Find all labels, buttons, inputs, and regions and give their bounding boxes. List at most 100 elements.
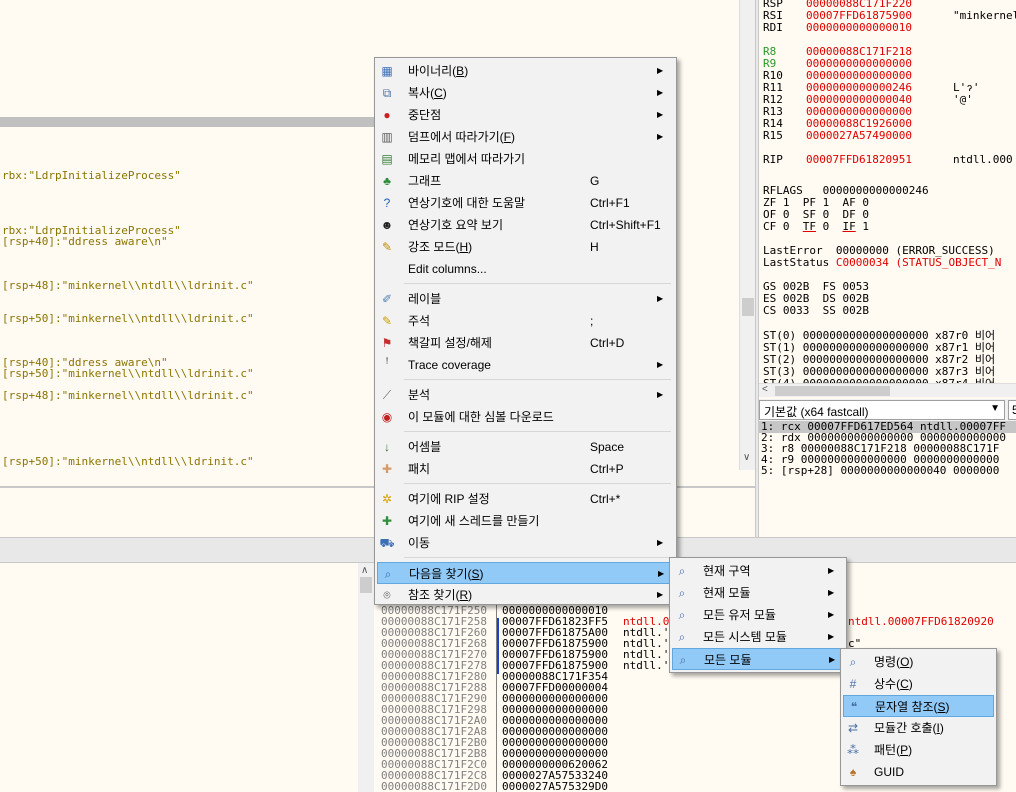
menu-separator — [404, 431, 671, 432]
arguments-pane[interactable]: 1: rcx 00007FFD617ED564 ntdll.00007FF 2: … — [759, 421, 1016, 537]
menu-item-label: 강조 모드(H) — [408, 240, 473, 254]
chevron-right-icon: ▶ — [657, 66, 664, 75]
pattern-icon: ⁂ — [847, 743, 859, 757]
menu-item[interactable]: ⚑ 책갈피 설정/해제 Ctrl+D — [377, 332, 674, 354]
disassembly-comment: [rsp+50]:"minkernel\\ntdll\\ldrinit.c" — [2, 455, 254, 468]
menu-item[interactable]: ▦ 바이너리(B) ▶ — [377, 60, 674, 82]
menu-item[interactable]: ✚ 여기에 새 스레드를 만들기 — [377, 510, 674, 532]
submenu-item[interactable]: ⁂ 패턴(P) — [843, 739, 994, 761]
menu-item-label: 중단점 — [408, 108, 442, 122]
chevron-down-icon[interactable]: ▼ — [990, 403, 1000, 414]
search-icon: ⌕ — [384, 567, 392, 581]
submenu-item[interactable]: ⌕ 모든 유저 모듈 ▶ — [672, 604, 844, 626]
menu-item[interactable]: ⌕ 다음을 찾기(S) ▶ — [377, 562, 674, 584]
menu-item[interactable]: ↓ 어셈블 Space — [377, 436, 674, 458]
menu-item-label: 바이너리(B) — [408, 64, 469, 78]
menu-item[interactable]: ⧉ 복사(C) ▶ — [377, 82, 674, 104]
register-value[interactable]: 00007FFD61820951 — [806, 154, 912, 166]
submenu-item[interactable]: ⇄ 모듈간 호출(I) — [843, 717, 994, 739]
register-comment: '@' — [953, 93, 973, 106]
current-module-icon: ⌕ — [678, 586, 686, 600]
system-modules-icon: ⌕ — [678, 630, 686, 644]
disassembly-comment: [rsp+50]:"minkernel\\ntdll\\ldrinit.c" — [2, 312, 254, 325]
stack-vertical-scrollbar[interactable]: ∧ — [358, 563, 374, 792]
chevron-right-icon: ▶ — [657, 390, 664, 399]
register-value[interactable]: 0000027A57490000 — [806, 130, 912, 142]
menu-item-label: 여기에 RIP 설정 — [408, 492, 490, 506]
segment-register-row: CS 0033 SS 002B — [763, 304, 869, 317]
chevron-right-icon: ▶ — [828, 610, 835, 619]
submenu-item-label: GUID — [874, 765, 904, 779]
menu-item[interactable]: ▤ 메모리 맵에서 따라가기 — [377, 148, 674, 170]
disassembly-comment: rbx:"LdrpInitializeProcess" — [2, 169, 181, 182]
menu-item[interactable]: ? 연상기호에 대한 도움말 Ctrl+F1 — [377, 192, 674, 214]
stack-comment: ntdll.' — [623, 659, 670, 672]
submenu-item-label: 현재 구역 — [703, 564, 751, 578]
submenu-item[interactable]: # 상수(C) — [843, 673, 994, 695]
set-rip-icon: ✲ — [381, 492, 393, 506]
menu-item[interactable]: ♣ 그래프 G — [377, 170, 674, 192]
menu-item[interactable]: ✚ 패치 Ctrl+P — [377, 458, 674, 480]
menu-item-shortcut: Ctrl+* — [590, 492, 621, 506]
registers-horizontal-scrollbar[interactable]: < — [759, 383, 1016, 397]
register-name: RIP — [763, 153, 783, 166]
menu-item[interactable]: ☻ 연상기호 요약 보기 Ctrl+Shift+F1 — [377, 214, 674, 236]
scrollbar-thumb[interactable] — [775, 386, 890, 396]
flags-row[interactable]: CF 0 TF 0 IF 1 — [763, 221, 869, 233]
register-value[interactable]: 0000000000000010 — [806, 22, 912, 34]
register-name: R15 — [763, 129, 783, 142]
menu-item-label: 연상기호 요약 보기 — [408, 218, 503, 232]
dump-pane[interactable] — [0, 563, 362, 792]
argument-count-field[interactable]: 5 — [1008, 400, 1016, 420]
menu-item[interactable]: ⟋ 분석 ▶ — [377, 384, 674, 406]
disassembly-comment: [rsp+48]:"minkernel\\ntdll\\ldrinit.c" — [2, 279, 254, 292]
submenu-item[interactable]: ⌕ 모든 시스템 모듈 ▶ — [672, 626, 844, 648]
goto-icon: ⛟ — [379, 536, 395, 550]
stack-value[interactable]: 0000027A575329D0 — [502, 781, 608, 792]
scrollbar-thumb[interactable] — [742, 298, 754, 316]
help-icon: ? — [383, 196, 391, 210]
submenu-item[interactable]: ♠ GUID — [843, 761, 994, 783]
menu-item[interactable]: ⌾ 참조 찾기(R) ▶ — [377, 584, 674, 606]
chevron-right-icon: ▶ — [828, 588, 835, 597]
submenu-item[interactable]: ❝ 문자열 참조(S) — [843, 695, 994, 717]
call-convention-select[interactable]: 기본값 (x64 fastcall) ▼ — [759, 400, 1005, 420]
menu-item[interactable]: ⛟ 이동 ▶ — [377, 532, 674, 554]
menu-item-label: 주석 — [408, 314, 431, 328]
menu-item-label: Trace coverage — [408, 358, 491, 372]
menu-item-label: 분석 — [408, 388, 431, 402]
registers-pane[interactable]: RSP 00000088C171F220 RSI 00007FFD61875900 "m… — [759, 0, 1016, 396]
comment-icon: ✎ — [381, 314, 393, 328]
scroll-up-icon[interactable]: ∧ — [361, 565, 368, 576]
submenu-item[interactable]: ⌕ 명령(O) — [843, 651, 994, 673]
menu-item[interactable]: ▥ 덤프에서 따라가기(F) ▶ — [377, 126, 674, 148]
menu-item[interactable]: ✐ 레이블 ▶ — [377, 288, 674, 310]
menu-item[interactable]: Edit columns... — [377, 258, 674, 280]
search-submenu: ⌕ 현재 구역 ▶ ⌕ 현재 모듈 ▶ ⌕ 모든 유저 모듈 ▶ ⌕ 모든 시스템 모듈 ▶ ⌕ 모든 모… — [669, 557, 847, 673]
scrollbar-thumb[interactable] — [360, 577, 372, 593]
menu-item-label: 복사(C) — [408, 86, 447, 100]
menu-item[interactable]: ● 중단점 ▶ — [377, 104, 674, 126]
menu-item[interactable]: ✲ 여기에 RIP 설정 Ctrl+* — [377, 488, 674, 510]
disassembly-vertical-scrollbar[interactable]: ∨ — [739, 0, 755, 470]
chevron-right-icon: ▶ — [657, 88, 664, 97]
scroll-left-icon[interactable]: < — [762, 384, 768, 395]
menu-item[interactable]: ꜝ Trace coverage ▶ — [377, 354, 674, 376]
constant-icon: # — [849, 677, 857, 691]
patch-icon: ✚ — [381, 462, 393, 476]
chevron-right-icon: ▶ — [828, 566, 835, 575]
chevron-right-icon: ▶ — [828, 632, 835, 641]
register-name: RDI — [763, 21, 783, 34]
download-symbols-icon: ◉ — [381, 410, 393, 424]
disassembly-comment: [rsp+48]:"minkernel\\ntdll\\ldrinit.c" — [2, 389, 254, 402]
argument-row[interactable]: 5: [rsp+28] 0000000000000040 0000000 — [761, 465, 999, 477]
menu-item[interactable]: ✎ 강조 모드(H) H — [377, 236, 674, 258]
scroll-down-icon[interactable]: ∨ — [743, 452, 750, 464]
menu-item-label: 책갈피 설정/해제 — [408, 336, 492, 350]
menu-item[interactable]: ◉ 이 모듈에 대한 심볼 다운로드 — [377, 406, 674, 428]
intermodular-call-icon: ⇄ — [847, 721, 859, 735]
menu-item[interactable]: ✎ 주석; — [377, 310, 674, 332]
submenu-item[interactable]: ⌕ 현재 구역 ▶ — [672, 560, 844, 582]
submenu-item[interactable]: ⌕ 모든 모듈 ▶ — [672, 648, 844, 670]
submenu-item[interactable]: ⌕ 현재 모듈 ▶ — [672, 582, 844, 604]
